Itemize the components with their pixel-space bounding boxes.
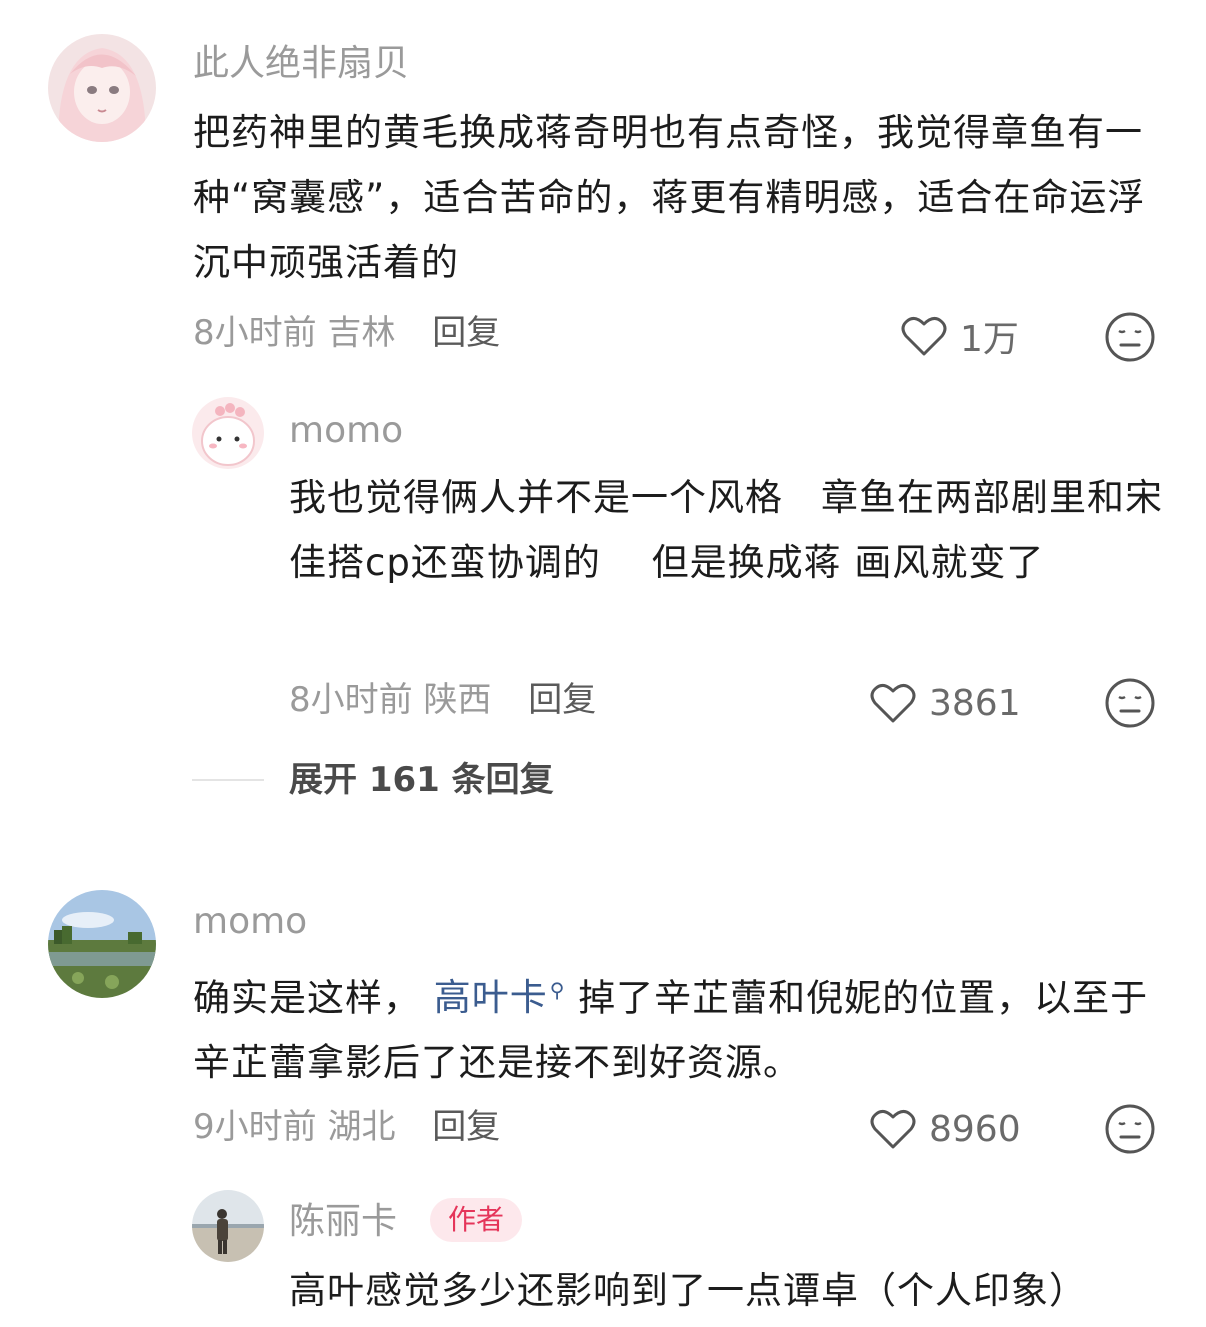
avatar[interactable]: [192, 1190, 264, 1262]
reply-button[interactable]: 回复: [528, 680, 596, 720]
dislike-button[interactable]: [1104, 677, 1156, 729]
author-badge: 作者: [430, 1198, 523, 1242]
comment-location: 湖北: [327, 1107, 396, 1147]
comment-content: 把药神里的黄毛换成蒋奇明也有点奇怪，我觉得章鱼有一种“窝囊感”，适合苦命的，蒋更…: [193, 111, 1146, 284]
comment-meta: 8小时前 吉林 回复: [193, 311, 500, 355]
reply-content: 高叶感觉多少还影响到了一点谭卓（个人印象）: [289, 1269, 1087, 1312]
mention-text[interactable]: 高叶卡: [434, 976, 548, 1019]
like-count: 1万: [960, 319, 1019, 360]
avatar[interactable]: [48, 34, 156, 142]
reply-button[interactable]: 回复: [432, 1107, 500, 1147]
like-count: 3861: [929, 682, 1021, 724]
heart-icon: [870, 1110, 916, 1149]
avatar[interactable]: [48, 890, 156, 998]
anime-girl-avatar-icon: [48, 34, 156, 142]
comment-username[interactable]: 此人绝非扇贝: [193, 42, 409, 86]
comment-location: 吉林: [327, 313, 396, 353]
reply-content: 我也觉得俩人并不是一个风格 章鱼在两部剧里和宋佳搭cp还蛮协调的 但是换成蒋 画…: [289, 476, 1163, 584]
pink-dinosaur-avatar-icon: [192, 397, 264, 469]
landscape-avatar-icon: [48, 890, 156, 998]
comment-time: 9小时前: [193, 1107, 317, 1147]
comment-meta: 9小时前 湖北 回复: [193, 1105, 500, 1149]
avatar[interactable]: [192, 397, 264, 469]
meh-face-icon: [1105, 312, 1155, 362]
meh-face-icon: [1105, 678, 1155, 728]
reply-button[interactable]: 回复: [432, 313, 500, 353]
mention-link[interactable]: 高叶卡 ⚲: [421, 976, 565, 1019]
like-button[interactable]: 8960: [869, 1104, 1021, 1154]
meh-face-icon: [1105, 1104, 1155, 1154]
reply-meta: 8小时前 陕西 回复: [289, 678, 596, 722]
like-button[interactable]: 1万: [900, 311, 1019, 361]
reply-time: 8小时前: [289, 680, 413, 720]
search-icon: ⚲: [549, 978, 566, 1002]
comment-time: 8小时前: [193, 313, 317, 353]
reply-username[interactable]: momo: [289, 409, 403, 453]
reply-username[interactable]: 陈丽卡: [289, 1200, 397, 1244]
reply-location: 陕西: [423, 680, 492, 720]
like-count: 8960: [929, 1108, 1021, 1150]
heart-icon: [870, 684, 916, 723]
comment-content: 确实是这样， 高叶卡 ⚲ 掉了辛芷蕾和倪妮的位置，以至于辛芷蕾拿影后了还是接不到好…: [193, 958, 1168, 1095]
like-button[interactable]: 3861: [869, 678, 1021, 728]
heart-icon: [901, 317, 947, 356]
beach-person-avatar-icon: [192, 1190, 264, 1262]
dislike-button[interactable]: [1104, 1103, 1156, 1155]
comment-text-part: 确实是这样，: [193, 976, 421, 1020]
dislike-button[interactable]: [1104, 311, 1156, 363]
comment-username[interactable]: momo: [193, 900, 307, 944]
expand-divider: [192, 779, 264, 781]
expand-replies-button[interactable]: 展开 161 条回复: [289, 758, 554, 802]
